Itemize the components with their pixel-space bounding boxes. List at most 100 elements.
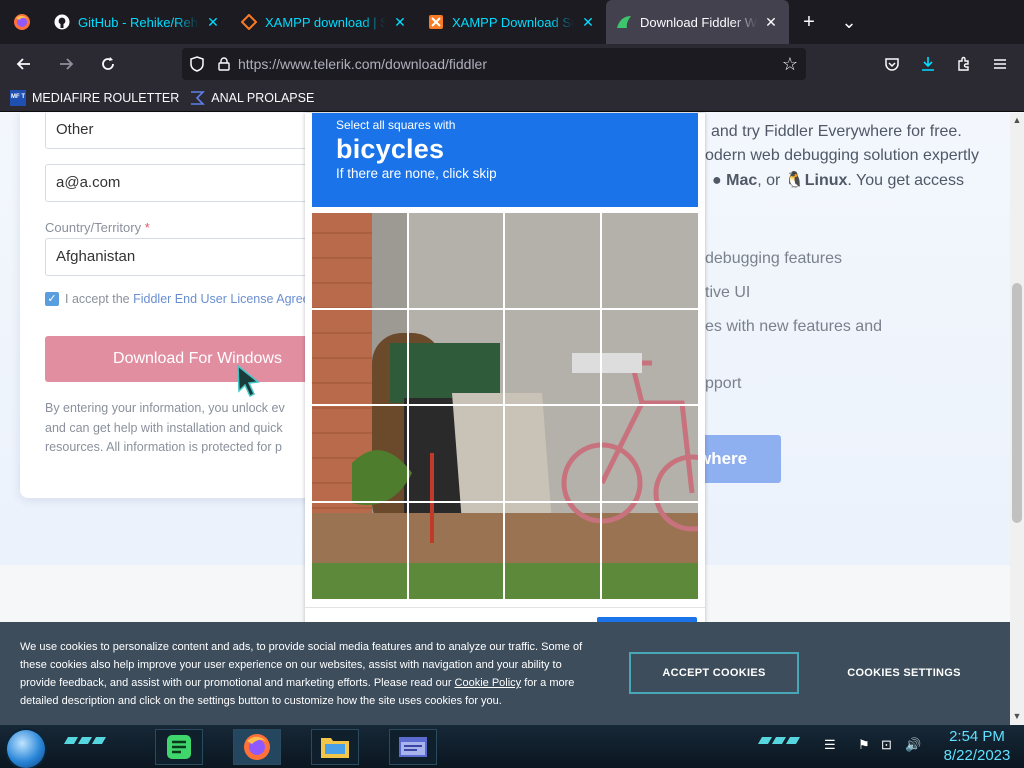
hamburger-menu-icon [994, 59, 1006, 69]
firefox-menu-icon[interactable] [0, 0, 44, 44]
tab-title: XAMPP download | SourceForge [265, 14, 386, 30]
captcha-photo [312, 213, 698, 599]
scroll-up-icon[interactable]: ▲ [1010, 115, 1024, 125]
taskbar-window-app[interactable] [389, 729, 437, 765]
list-all-tabs-button[interactable]: ⌄ [829, 0, 869, 44]
eula-prefix: I accept the [65, 292, 130, 306]
navigation-toolbar: https://www.telerik.com/download/fiddler… [0, 44, 1024, 84]
bookmark-star-icon[interactable]: ☆ [774, 54, 806, 75]
tab-close-icon[interactable]: ✕ [580, 14, 596, 31]
forward-button[interactable] [48, 48, 84, 80]
taskbar-firefox-app[interactable] [233, 729, 281, 765]
url-text[interactable]: https://www.telerik.com/download/fiddler [238, 56, 774, 72]
bookmark-label: MEDIAFIRE ROULETTER [32, 90, 180, 105]
bookmark-label: ANAL PROLAPSE [211, 90, 315, 105]
tab-close-icon[interactable]: ✕ [763, 14, 779, 31]
mouse-cursor-icon [237, 364, 260, 398]
system-clock[interactable]: 2:54 PM 8/22/2023 [930, 727, 1024, 765]
captcha-hint: If there are none, click skip [336, 166, 497, 181]
reload-button[interactable] [90, 48, 126, 80]
bookmark-mediafire-rouletter[interactable]: MF T MEDIAFIRE ROULETTER [10, 89, 180, 106]
start-orb-icon[interactable] [7, 730, 45, 768]
tab-close-icon[interactable]: ✕ [392, 14, 408, 31]
bookmark-folder-icon [189, 90, 206, 106]
xampp-icon [428, 14, 444, 30]
show-hidden-icons[interactable]: ☰ [824, 737, 836, 753]
linux-label: Linux [804, 172, 848, 189]
linux-icon: 🐧 [784, 172, 805, 189]
xampp-icon [241, 14, 257, 30]
notes-app-icon [167, 735, 191, 759]
captcha-header: Select all squares with bicycles If ther… [312, 113, 698, 207]
mac-label: Mac [726, 172, 758, 189]
extensions-button[interactable] [946, 48, 982, 80]
tab-github[interactable]: GitHub - Rehike/Rehike ✕ [44, 4, 231, 40]
cookie-notice-text: We use cookies to personalize content an… [20, 638, 596, 710]
eula-checkbox[interactable]: ✓ [45, 292, 59, 306]
disclaimer-line: resources. All information is protected … [45, 440, 282, 454]
tab-title: Download Fiddler Web Debugging [640, 14, 757, 30]
grid-divider [503, 213, 505, 599]
or-text: , or [757, 172, 781, 189]
address-bar[interactable]: https://www.telerik.com/download/fiddler… [182, 48, 806, 80]
eula-link[interactable]: Fiddler End User License Agree [133, 292, 309, 306]
disclaimer-text: By entering your information, you unlock… [45, 399, 345, 458]
grid-divider [600, 213, 602, 599]
intro-line-1: and try Fiddler Everywhere for free. [711, 123, 962, 140]
cookie-consent-banner: We use cookies to personalize content an… [0, 622, 1010, 725]
arrow-right-icon [60, 58, 74, 70]
scrollbar-thumb[interactable] [1012, 283, 1022, 523]
country-label-text: Country/Territory [45, 220, 142, 235]
grid-divider [312, 501, 698, 503]
taskbar-notes-app[interactable] [155, 729, 203, 765]
app-menu-button[interactable] [982, 48, 1018, 80]
access-text: . You get access [847, 172, 964, 189]
fiddler-icon [616, 14, 632, 30]
grid-divider [407, 213, 409, 599]
action-center-flag-icon[interactable]: ⚑ [858, 737, 870, 753]
feature-item: es with new features and [705, 318, 882, 335]
puzzle-icon [958, 56, 969, 71]
folder-icon [321, 738, 349, 758]
pocket-button[interactable] [874, 48, 910, 80]
disclaimer-line: By entering your information, you unlock… [45, 401, 285, 415]
feature-item: tive UI [705, 284, 751, 301]
apple-icon: ● [712, 172, 722, 189]
bookmark-anal-prolapse[interactable]: ANAL PROLAPSE [189, 90, 314, 106]
tab-xampp-success[interactable]: XAMPP Download Success ✕ [418, 4, 606, 40]
page-scrollbar[interactable]: ▲ ▼ [1010, 113, 1024, 725]
scroll-down-icon[interactable]: ▼ [1010, 711, 1024, 721]
reload-icon [102, 57, 114, 70]
network-icon[interactable]: ⊡ [881, 737, 892, 753]
github-icon [54, 14, 70, 30]
feature-item: debugging features [705, 250, 842, 267]
mediafire-icon: MF T [10, 89, 26, 106]
back-button[interactable] [6, 48, 42, 80]
downloads-button[interactable] [910, 48, 946, 80]
tracking-protection-shield-icon[interactable] [182, 48, 212, 80]
tab-xampp-sourceforge[interactable]: XAMPP download | SourceForge ✕ [231, 4, 418, 40]
arrow-left-icon [16, 58, 30, 70]
accept-cookies-button[interactable]: ACCEPT COOKIES [629, 652, 799, 694]
intro-line-2: odern web debugging solution expertly [705, 147, 979, 164]
eula-checkbox-row[interactable]: ✓ I accept the Fiddler End User License … [45, 292, 345, 306]
new-tab-button[interactable]: + [789, 0, 829, 44]
taskbar-file-explorer-app[interactable] [311, 729, 359, 765]
captcha-instruction: Select all squares with [336, 118, 456, 132]
clock-date: 8/22/2023 [943, 747, 1011, 764]
pocket-icon [885, 58, 899, 71]
tab-fiddler[interactable]: Download Fiddler Web Debugging ✕ [606, 0, 789, 44]
feature-item: pport [705, 375, 742, 392]
disclaimer-line: and can get help with installation and q… [45, 420, 283, 435]
intro-line-3: ● Mac, or 🐧Linux. You get access [712, 170, 964, 190]
firefox-icon [244, 734, 270, 760]
window-app-icon [399, 737, 427, 757]
cookies-settings-button[interactable]: COOKIES SETTINGS [840, 652, 968, 694]
captcha-target: bicycles [336, 134, 445, 164]
volume-icon[interactable]: 🔊 [905, 737, 921, 753]
grid-divider [312, 404, 698, 406]
cookie-policy-link[interactable]: Cookie Policy [455, 677, 522, 689]
lock-icon[interactable] [212, 48, 236, 80]
country-label: Country/Territory * [45, 220, 150, 235]
tab-close-icon[interactable]: ✕ [205, 14, 221, 31]
